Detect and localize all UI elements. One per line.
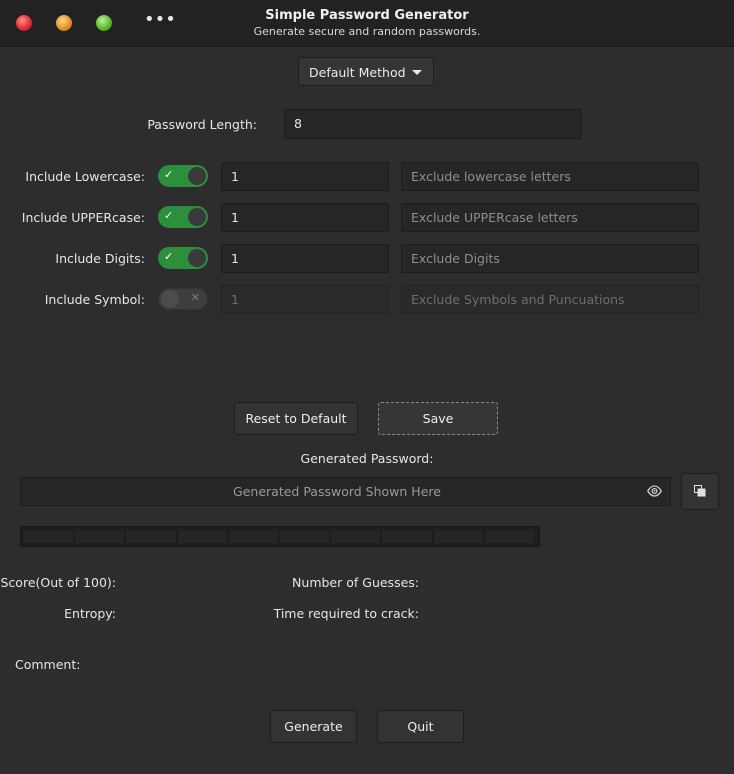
include-lowercase-label: Include Lowercase: [25, 169, 145, 184]
switch-knob [188, 208, 206, 226]
copy-icon [694, 485, 706, 497]
quit-button[interactable]: Quit [377, 710, 464, 743]
check-icon: ✓ [164, 168, 174, 181]
switch-knob [188, 249, 206, 267]
include-lowercase-switch[interactable]: ✓ [158, 165, 208, 187]
symbol-count-input: 1 [221, 285, 389, 314]
generated-password-placeholder: Generated Password Shown Here [233, 484, 441, 499]
digits-count-input[interactable]: 1 [221, 244, 389, 273]
strength-segment [331, 530, 382, 543]
check-icon: ✓ [164, 250, 174, 263]
entropy-label: Entropy: [64, 606, 116, 621]
strength-segment [75, 530, 126, 543]
generated-password-label: Generated Password: [300, 451, 434, 466]
time-to-crack-label: Time required to crack: [273, 606, 419, 621]
strength-segment [280, 530, 331, 543]
x-icon: ✕ [190, 291, 200, 304]
generate-button[interactable]: Generate [270, 710, 357, 743]
method-dropdown-label: Default Method [309, 65, 406, 80]
score-label: Score(Out of 100): [0, 575, 117, 590]
window-title: Simple Password Generator [265, 8, 469, 23]
lowercase-count-input[interactable]: 1 [221, 162, 389, 191]
window-subtitle: Generate secure and random passwords. [253, 25, 481, 38]
save-button[interactable]: Save [378, 402, 498, 435]
include-uppercase-label: Include UPPERcase: [21, 210, 145, 225]
include-symbol-switch[interactable]: ✕ [158, 288, 208, 310]
password-length-label: Password Length: [147, 117, 257, 132]
password-strength-meter [20, 526, 540, 547]
strength-segment [484, 530, 536, 543]
strength-segment [177, 530, 228, 543]
title-bar: ••• Simple Password Generator Generate s… [0, 0, 734, 47]
include-symbol-label: Include Symbol: [44, 292, 145, 307]
exclude-digits-input[interactable]: Exclude Digits [401, 244, 699, 273]
strength-segment [228, 530, 280, 543]
reset-to-default-button[interactable]: Reset to Default [234, 402, 358, 435]
strength-segment [126, 530, 177, 543]
password-length-input[interactable]: 8 [284, 109, 582, 139]
strength-segment [433, 530, 484, 543]
generated-password-field[interactable]: Generated Password Shown Here [20, 477, 671, 506]
switch-knob [188, 167, 206, 185]
number-of-guesses-label: Number of Guesses: [292, 575, 419, 590]
include-uppercase-switch[interactable]: ✓ [158, 206, 208, 228]
switch-knob [161, 290, 179, 308]
include-digits-switch[interactable]: ✓ [158, 247, 208, 269]
strength-segment [382, 530, 433, 543]
exclude-lowercase-input[interactable]: Exclude lowercase letters [401, 162, 699, 191]
chevron-down-icon [412, 70, 422, 75]
exclude-uppercase-input[interactable]: Exclude UPPERcase letters [401, 203, 699, 232]
comment-label: Comment: [15, 657, 81, 672]
exclude-symbols-input: Exclude Symbols and Puncuations [401, 285, 699, 314]
eye-icon[interactable] [647, 485, 662, 497]
uppercase-count-input[interactable]: 1 [221, 203, 389, 232]
include-digits-label: Include Digits: [55, 251, 145, 266]
strength-segment [24, 530, 75, 543]
check-icon: ✓ [164, 209, 174, 222]
copy-button[interactable] [681, 473, 719, 510]
method-dropdown[interactable]: Default Method [298, 57, 434, 86]
